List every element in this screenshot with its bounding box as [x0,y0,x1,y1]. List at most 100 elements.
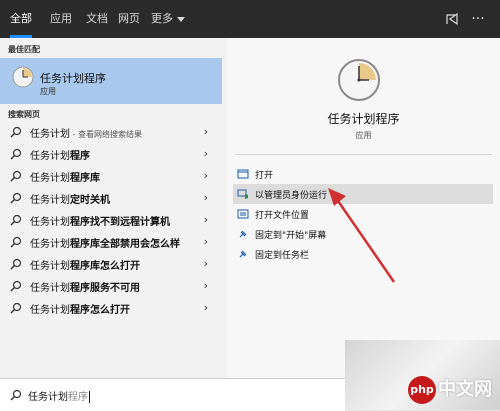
web-result-completion: 程序库 [70,173,100,184]
web-result-item[interactable]: 任务计划定时关机 › [0,187,222,209]
web-result-query: 任务计划 [30,151,70,162]
pin-start-icon [239,230,247,238]
web-result-query: 任务计划 [30,195,70,206]
watermark: php 中文网 [408,375,492,404]
web-result-item[interactable]: 任务计划 - 查看网络搜索结果 › [0,121,222,143]
web-result-item[interactable]: 任务计划程序 › [0,143,222,165]
best-match-item[interactable]: 任务计划程序 应用 [0,58,222,104]
best-match-subtitle: 应用 [40,87,56,96]
chevron-right-icon[interactable]: › [204,279,208,292]
preview-app-title: 任务计划程序 [327,112,400,126]
web-result-query: 任务计划 [30,239,70,250]
open-icon [237,169,249,179]
tab-all-label: 全部 [10,12,32,25]
action-pin-to-start-label: 固定到"开始"屏幕 [255,231,327,241]
search-icon [10,302,22,314]
web-result-query: 任务计划 [30,283,70,294]
chevron-down-icon [177,16,185,22]
web-result-item[interactable]: 任务计划程序怎么打开 › [0,297,222,319]
file-location-icon [237,209,249,219]
search-box[interactable]: 任务计划程序 [0,378,345,411]
chevron-right-icon[interactable]: › [204,147,208,160]
web-result-completion: 程序库怎么打开 [70,261,140,272]
task-scheduler-large-icon [338,59,380,101]
chevron-right-icon[interactable]: › [204,301,208,314]
web-result-query: 任务计划 [30,261,70,272]
web-search-header: 搜索网页 [8,110,40,119]
web-result-text: 任务计划程序服务不可用 [30,279,140,294]
web-result-query: 任务计划 [30,129,70,140]
preview-app-type: 应用 [355,131,372,140]
web-result-text: 任务计划程序库全部禁用会怎么样 [30,235,180,250]
tab-documents-label: 文档 [86,12,108,25]
action-pin-to-taskbar-label: 固定到任务栏 [255,251,310,261]
chevron-right-icon[interactable]: › [204,213,208,226]
task-scheduler-icon [12,66,34,88]
best-match-title: 任务计划程序 [40,72,106,85]
chevron-right-icon[interactable]: › [204,125,208,138]
more-options-icon[interactable]: ··· [470,11,486,27]
search-icon [10,170,22,182]
action-open-label: 打开 [255,171,274,181]
search-icon [10,214,22,226]
tab-apps-label: 应用 [50,12,72,25]
tab-all[interactable]: 全部 [6,0,36,38]
tab-more[interactable]: 更多 [148,0,188,38]
web-result-text: 任务计划程序库 [30,169,100,184]
web-result-text: 任务计划定时关机 [30,191,110,206]
web-result-completion: 程序找不到远程计算机 [70,217,170,228]
text-cursor [89,391,90,403]
search-icon [10,258,22,270]
web-result-item[interactable]: 任务计划程序服务不可用 › [0,275,222,297]
search-tab-bar: 全部 应用 文档 网页 更多 ··· [0,0,500,38]
web-result-text: 任务计划程序库怎么打开 [30,257,140,272]
annotation-arrow-icon [328,188,396,283]
search-icon [10,236,22,248]
web-result-completion: 程序库全部禁用会怎么样 [70,239,180,250]
web-result-text: 任务计划程序怎么打开 [30,301,130,316]
web-result-completion: 程序 [70,151,90,162]
tab-web-label: 网页 [118,12,140,25]
pin-taskbar-icon [239,250,247,258]
run-as-admin-icon [237,189,248,199]
web-result-hint: - 查看网络搜索结果 [70,130,142,139]
search-icon [10,389,22,401]
best-match-header: 最佳匹配 [8,45,40,54]
web-result-text: 任务计划 - 查看网络搜索结果 [30,125,142,140]
web-result-query: 任务计划 [30,217,70,228]
tab-web[interactable]: 网页 [114,0,144,38]
web-result-text: 任务计划程序 [30,147,90,162]
watermark-text: 中文网 [438,379,492,400]
web-result-query: 任务计划 [30,173,70,184]
search-icon [10,148,22,160]
search-suggested-completion: 程序 [68,392,88,403]
web-result-item[interactable]: 任务计划程序库 › [0,165,222,187]
search-typed-text: 任务计划 [28,392,68,403]
search-input[interactable]: 任务计划程序 [28,388,90,403]
action-run-as-admin-label: 以管理员身份运行 [255,191,328,201]
chevron-right-icon[interactable]: › [204,169,208,182]
tab-apps[interactable]: 应用 [46,0,76,38]
search-icon [10,192,22,204]
web-result-item[interactable]: 任务计划程序库怎么打开 › [0,253,222,275]
search-icon [10,126,22,138]
web-result-item[interactable]: 任务计划程序找不到远程计算机 › [0,209,222,231]
tab-more-label: 更多 [151,12,173,25]
chevron-right-icon[interactable]: › [204,235,208,248]
web-result-completion: 程序怎么打开 [70,305,130,316]
search-icon [10,280,22,292]
chevron-right-icon[interactable]: › [204,257,208,270]
watermark-badge: php [408,376,436,404]
web-result-completion: 定时关机 [70,195,110,206]
action-open[interactable]: 打开 [233,164,493,184]
preview-panel: 任务计划程序 应用 打开 以管理员身份运行 打开文件位置 固定到"开始"屏幕 固… [227,38,500,378]
chevron-right-icon[interactable]: › [204,191,208,204]
divider [235,154,492,155]
tab-documents[interactable]: 文档 [82,0,112,38]
action-open-file-location-label: 打开文件位置 [255,211,310,221]
feedback-icon[interactable] [444,11,460,27]
web-result-item[interactable]: 任务计划程序库全部禁用会怎么样 › [0,231,222,253]
results-panel: 最佳匹配 任务计划程序 应用 搜索网页 任务计划 - 查看网络搜索结果 › 任务… [0,38,227,378]
web-result-completion: 程序服务不可用 [70,283,140,294]
web-result-text: 任务计划程序找不到远程计算机 [30,213,170,228]
